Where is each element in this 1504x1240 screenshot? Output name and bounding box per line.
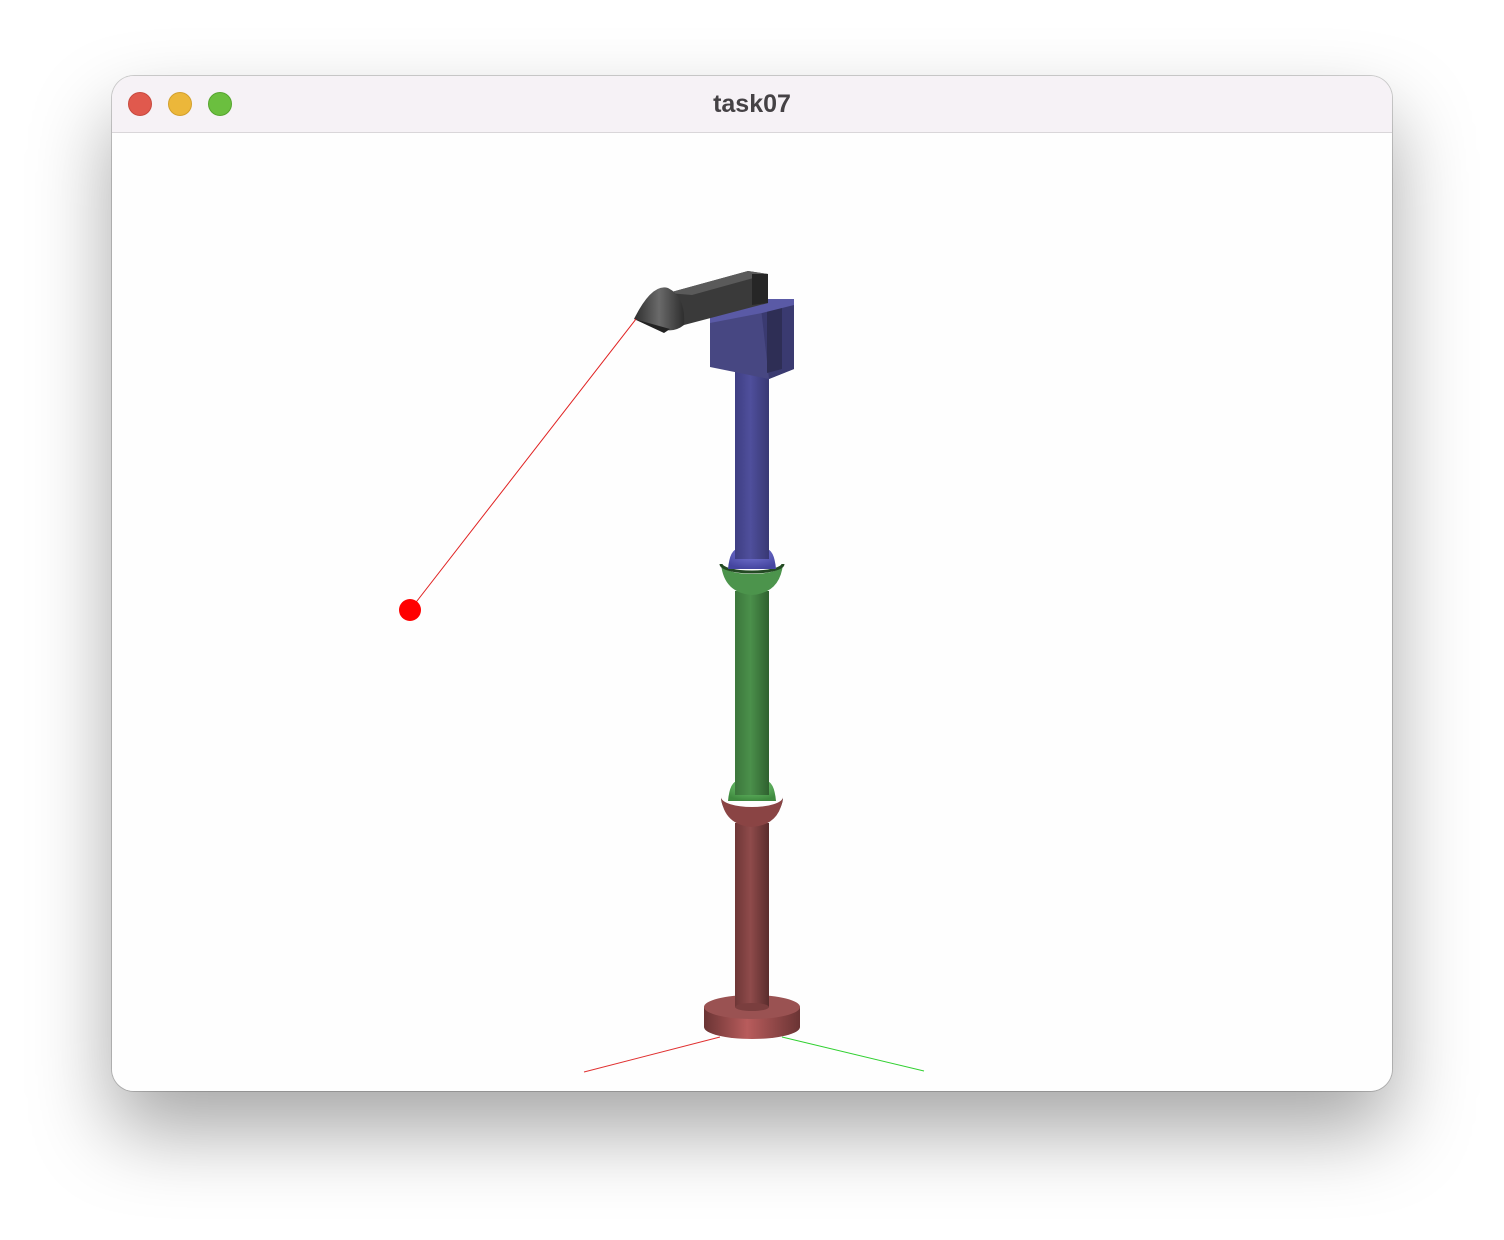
app-window: task07 (112, 76, 1392, 1091)
base-link (735, 823, 769, 1011)
scene-canvas (399, 271, 925, 1073)
y-axis-line (781, 1036, 925, 1072)
window-title: task07 (713, 90, 791, 118)
target-point[interactable] (399, 599, 421, 621)
gl-viewport[interactable] (112, 133, 1392, 1091)
joint-1-cup (721, 797, 783, 827)
target-line (409, 318, 637, 611)
x-axis-line (583, 1036, 721, 1073)
upper-link (735, 369, 769, 559)
title-bar[interactable]: task07 (112, 76, 1392, 133)
middle-link (735, 591, 769, 795)
